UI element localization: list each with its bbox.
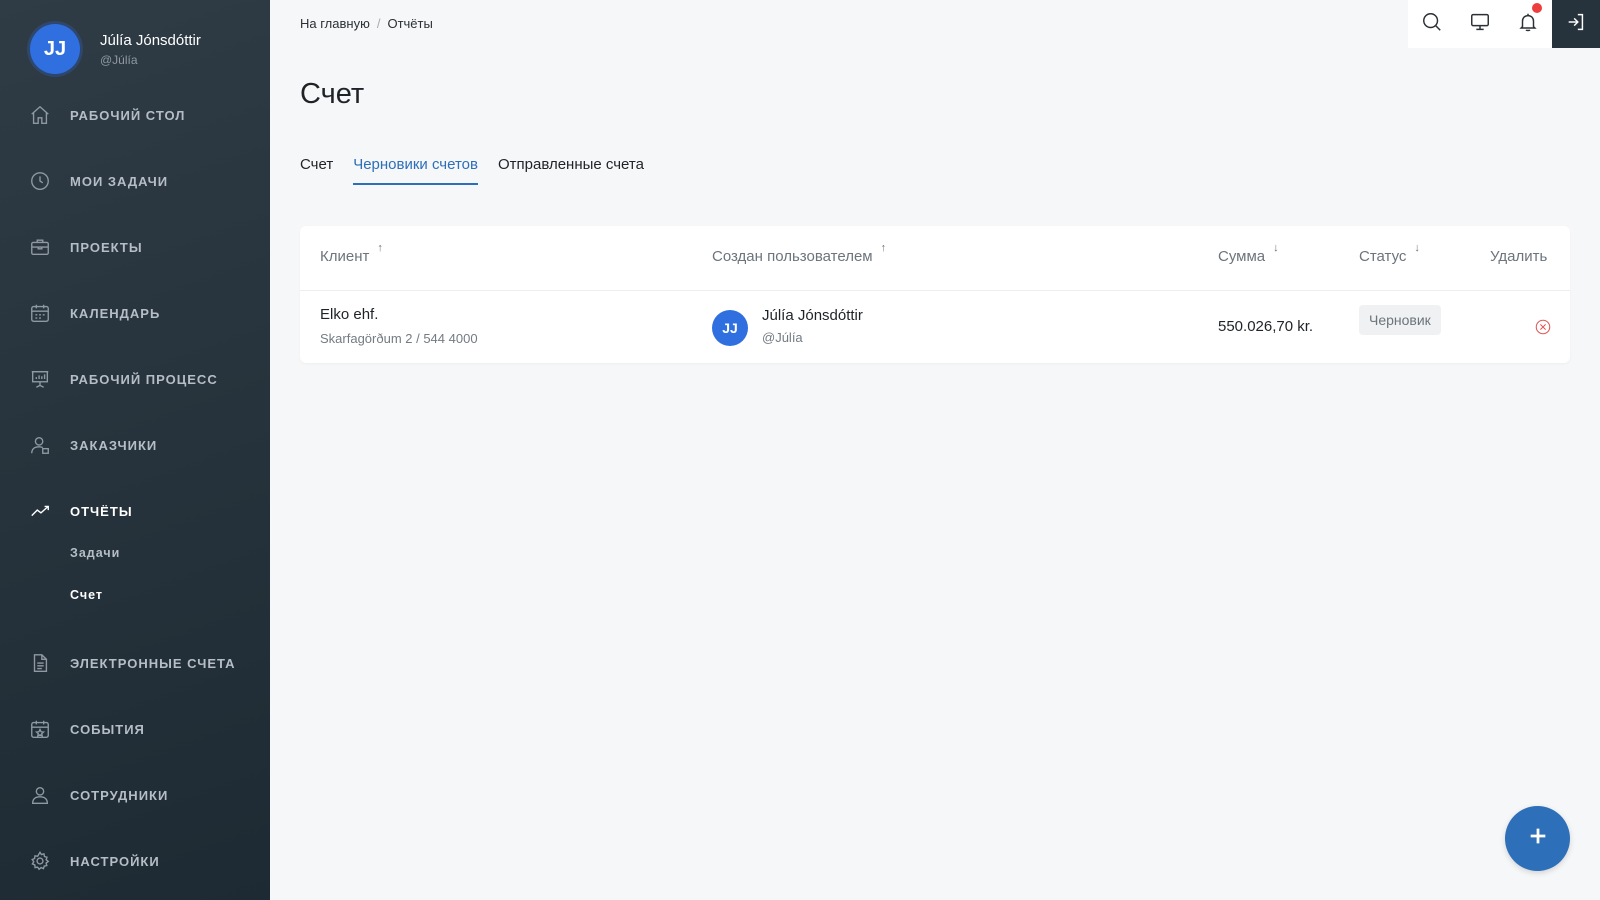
customer-icon xyxy=(28,433,52,457)
sort-up-icon: ↑ xyxy=(880,242,887,254)
status-badge: Черновик xyxy=(1359,305,1441,335)
sidebar-item-label: Сотрудники xyxy=(70,787,169,803)
sidebar-item-reports[interactable]: Отчёты xyxy=(28,498,133,524)
breadcrumb-current: Отчёты xyxy=(387,16,433,31)
sidebar-item-my-tasks[interactable]: Мои задачи xyxy=(28,168,168,194)
sidebar-item-customers[interactable]: Заказчики xyxy=(28,432,157,458)
users-icon xyxy=(28,783,52,807)
creator-name: Júlía Jónsdóttir xyxy=(762,307,863,324)
clock-icon xyxy=(28,169,52,193)
sort-up-icon: ↑ xyxy=(377,242,383,254)
sidebar-item-label: Проекты xyxy=(70,239,143,255)
sidebar-item-label: Настройки xyxy=(70,853,160,869)
sidebar-item-workflow[interactable]: Рабочий процесс xyxy=(28,366,218,392)
calendar-star-icon xyxy=(28,717,52,741)
sidebar-item-projects[interactable]: Проекты xyxy=(28,234,143,260)
column-header-creator[interactable]: Создан пользователем ↑ xyxy=(712,242,886,265)
avatar: JJ xyxy=(712,310,748,346)
briefcase-icon xyxy=(28,235,52,259)
sidebar-item-label: Рабочий процесс xyxy=(70,371,218,387)
column-header-label: Сумма xyxy=(1218,248,1266,265)
sidebar-subitem-tasks[interactable]: Задачи xyxy=(70,546,120,560)
sidebar-item-label: Календарь xyxy=(70,305,161,321)
sidebar-item-label: Электронные счета xyxy=(70,655,236,671)
notifications-button[interactable] xyxy=(1504,0,1552,48)
column-header-label: Создан пользователем xyxy=(712,248,873,265)
trend-icon xyxy=(28,499,52,523)
breadcrumb-separator: / xyxy=(376,16,381,31)
logout-icon xyxy=(1565,11,1587,38)
gear-icon xyxy=(28,849,52,873)
user-profile[interactable]: JJ Júlía Jónsdóttir @Júlía xyxy=(30,24,201,74)
sidebar-item-label: События xyxy=(70,721,145,737)
search-button[interactable] xyxy=(1408,0,1456,48)
logout-button[interactable] xyxy=(1552,0,1600,48)
presentation-icon xyxy=(28,367,52,391)
column-header-label: Удалить xyxy=(1490,248,1548,265)
invoice-amount: 550.026,70 kr. xyxy=(1218,318,1314,335)
document-icon xyxy=(28,651,52,675)
sidebar-item-dashboard[interactable]: Рабочий стол xyxy=(28,102,185,128)
sidebar-item-label: Отчёты xyxy=(70,503,133,519)
column-header-delete: Удалить xyxy=(1490,248,1547,265)
sidebar-item-label: Рабочий стол xyxy=(70,107,186,123)
column-header-status[interactable]: Статус ↓ xyxy=(1359,242,1420,265)
invoice-drafts-table: Клиент ↑ Создан пользователем ↑ Сумма ↓ … xyxy=(300,226,1570,363)
home-icon xyxy=(28,103,52,127)
sort-down-icon: ↓ xyxy=(1414,242,1420,254)
monitor-icon xyxy=(1469,11,1491,38)
search-icon xyxy=(1421,11,1443,38)
user-handle: @Júlía xyxy=(100,52,138,67)
avatar: JJ xyxy=(30,24,80,74)
column-header-client[interactable]: Клиент ↑ xyxy=(320,242,383,265)
page-title: Счет xyxy=(300,78,365,110)
sidebar-subitem-invoice[interactable]: Счет xyxy=(70,588,103,602)
delete-button[interactable] xyxy=(1534,318,1552,341)
sidebar-item-events[interactable]: События xyxy=(28,716,145,742)
column-header-label: Клиент xyxy=(320,248,370,265)
plus-icon xyxy=(1527,825,1549,852)
top-toolbar xyxy=(1408,0,1600,48)
sidebar-item-label: Заказчики xyxy=(70,437,158,453)
screen-button[interactable] xyxy=(1456,0,1504,48)
client-name[interactable]: Elko ehf. xyxy=(320,306,478,323)
creator-handle: @Júlía xyxy=(762,330,803,345)
tabs: Счет Черновики счетов Отправленные счета xyxy=(300,156,664,185)
sort-down-icon: ↓ xyxy=(1273,242,1279,254)
notification-dot xyxy=(1532,3,1542,13)
column-header-amount[interactable]: Сумма ↓ xyxy=(1218,242,1279,265)
close-circle-icon xyxy=(1534,319,1552,340)
sidebar-item-label: Мои задачи xyxy=(70,173,169,189)
column-header-label: Статус xyxy=(1359,248,1407,265)
bell-icon xyxy=(1517,11,1539,38)
sidebar-item-settings[interactable]: Настройки xyxy=(28,848,160,874)
user-name: Júlía Jónsdóttir xyxy=(100,31,201,49)
breadcrumb: На главную / Отчёты xyxy=(300,16,433,31)
sidebar-item-calendar[interactable]: Календарь xyxy=(28,300,160,326)
calendar-icon xyxy=(28,301,52,325)
tab-invoice[interactable]: Счет xyxy=(300,156,333,185)
add-button[interactable] xyxy=(1505,806,1570,871)
tab-drafts[interactable]: Черновики счетов xyxy=(353,156,478,185)
breadcrumb-home-link[interactable]: На главную xyxy=(300,16,370,31)
sidebar: JJ Júlía Jónsdóttir @Júlía Рабочий стол … xyxy=(0,0,270,900)
sidebar-item-e-invoices[interactable]: Электронные счета xyxy=(28,650,236,676)
client-address: Skarfagörðum 2 / 544 4000 xyxy=(320,331,478,346)
sidebar-item-employees[interactable]: Сотрудники xyxy=(28,782,168,808)
header-divider xyxy=(300,290,1570,291)
tab-sent[interactable]: Отправленные счета xyxy=(498,156,644,185)
